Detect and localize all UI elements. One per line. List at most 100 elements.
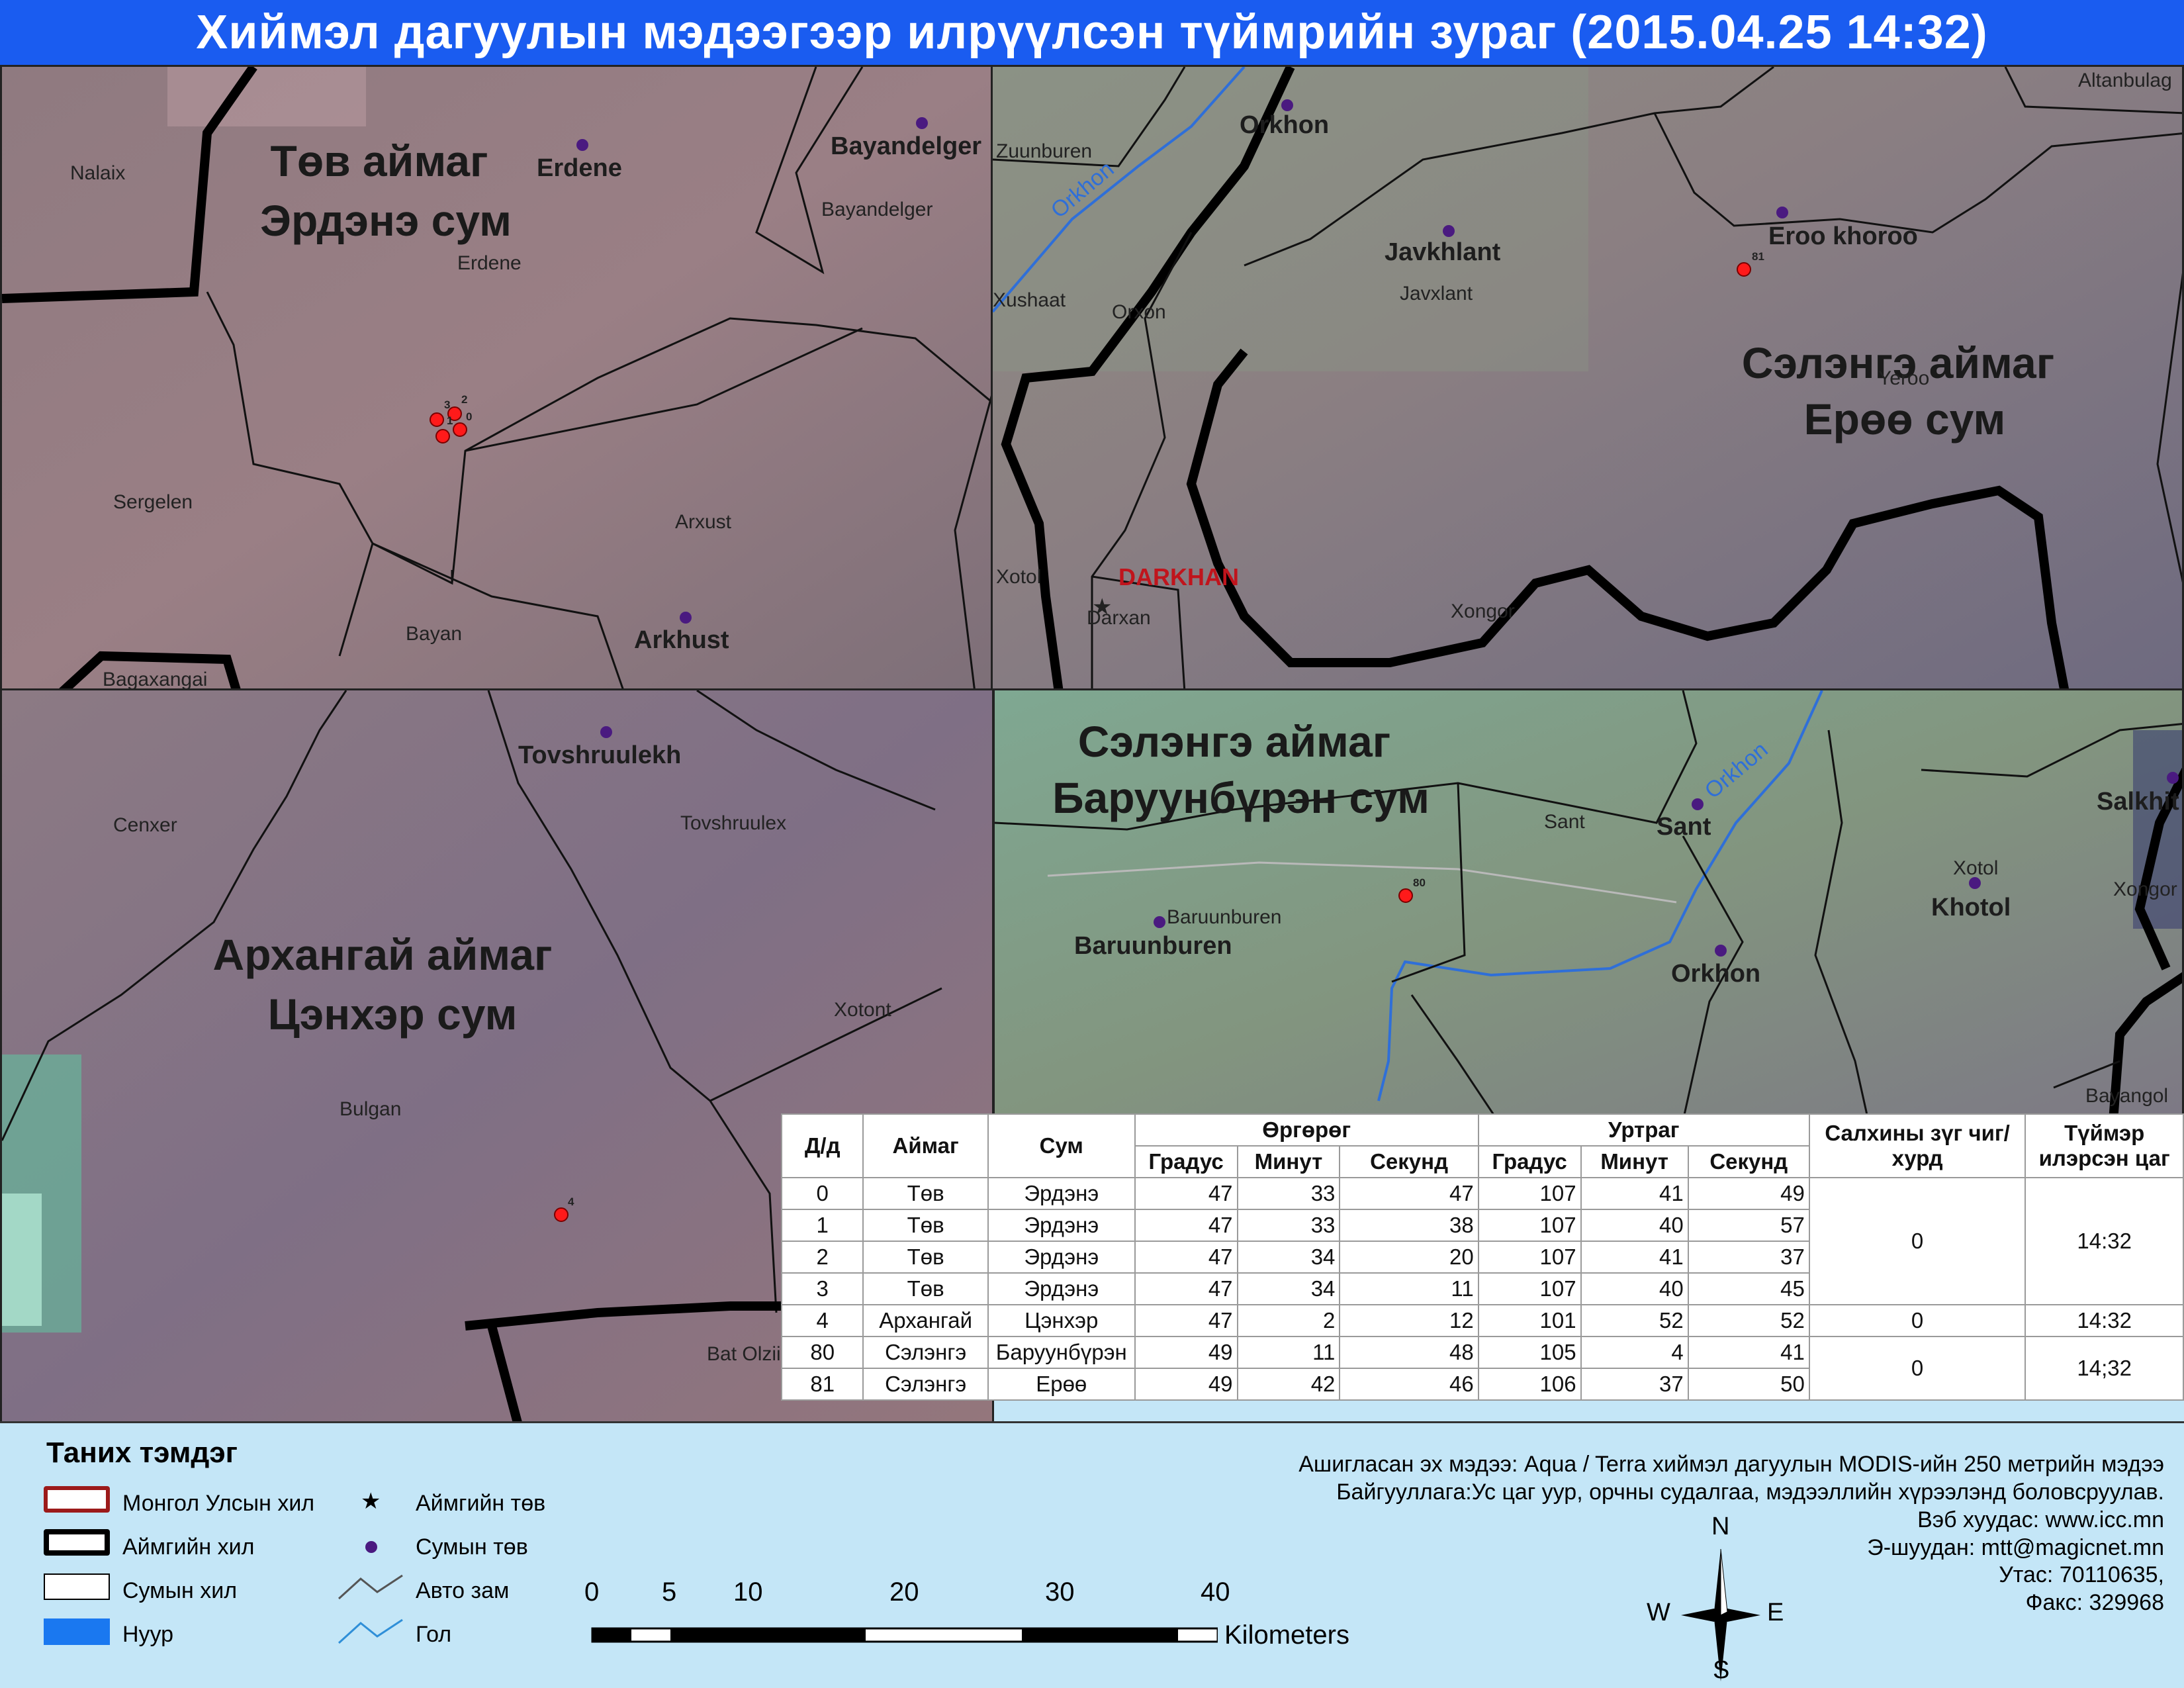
compass-s: S <box>1713 1656 1730 1684</box>
cell-lat-deg: 49 <box>1134 1368 1238 1401</box>
cell-id: 4 <box>780 1304 864 1337</box>
cell-lon-sec: 50 <box>1687 1368 1810 1401</box>
cell-lon-deg: 107 <box>1477 1177 1582 1210</box>
table-header-row: Д/д Аймаг Сум Өргөрөг Уртраг Салхины зүг… <box>780 1113 2184 1178</box>
cell-time: 14:32 <box>2025 1177 2184 1305</box>
scale-tick: 40 <box>1201 1577 1230 1607</box>
fire-table: Д/д Аймаг Сум Өргөрөг Уртраг Салхины зүг… <box>780 1113 2184 1401</box>
sum-heading: Баруунбүрэн сум <box>1052 773 1430 822</box>
cell-lon-min: 40 <box>1580 1272 1689 1305</box>
map-selenge-baruunburen: 80 Сэлэнгэ аймаг Баруунбүрэн сум Orkhon … <box>995 690 2182 1117</box>
cell-lat-deg: 47 <box>1134 1209 1238 1242</box>
fire-id-label: 2 <box>461 393 467 406</box>
scale-tick: 20 <box>889 1577 919 1607</box>
cell-wind: 0 <box>1808 1336 2026 1401</box>
cell-sum: Ерөө <box>987 1368 1136 1401</box>
fire-point[interactable] <box>1737 262 1751 277</box>
compass-w: W <box>1647 1599 1670 1626</box>
legend-aimag-center: Аймгийн төв <box>416 1491 546 1516</box>
fire-point[interactable] <box>453 422 467 437</box>
sum-center-dot <box>2167 772 2179 784</box>
fire-point[interactable] <box>430 412 444 427</box>
cell-sum: Эрдэнэ <box>987 1272 1136 1305</box>
cell-lon-sec: 49 <box>1687 1177 1810 1210</box>
col-header-id: Д/д <box>780 1113 864 1178</box>
cell-lat-deg: 47 <box>1134 1241 1238 1274</box>
fire-id-label: 4 <box>568 1196 574 1208</box>
map-selenge-eroo: ★ 81 Сэлэнгэ аймаг Ерөө сум Zuunburen Or… <box>993 67 2182 688</box>
town-label: Erdene <box>537 154 622 182</box>
fire-point[interactable] <box>435 429 450 444</box>
cell-id: 3 <box>780 1272 864 1305</box>
fire-id-label: 80 <box>1413 876 1426 889</box>
legend-road: Авто зам <box>416 1578 510 1603</box>
info-source: Ашигласан эх мэдээ: Aqua / Terra хиймэл … <box>1298 1452 2164 1477</box>
cell-lon-min: 4 <box>1580 1336 1689 1369</box>
col-header-lat-min: Минут <box>1236 1145 1341 1178</box>
cell-id: 80 <box>780 1336 864 1369</box>
place-label: Xushaat <box>993 289 1066 311</box>
info-fax: Факс: 329968 <box>2025 1590 2164 1615</box>
cell-lat-deg: 47 <box>1134 1177 1238 1210</box>
cell-lon-sec: 57 <box>1687 1209 1810 1242</box>
place-label: Zuunburen <box>996 140 1092 162</box>
col-header-lon-min: Минут <box>1580 1145 1689 1178</box>
sum-heading: Ерөө сум <box>1804 395 2006 444</box>
cell-sum: Цэнхэр <box>987 1304 1136 1337</box>
place-label: Bayangol <box>2085 1085 2168 1107</box>
cell-lon-sec: 45 <box>1687 1272 1810 1305</box>
place-label: Cenxer <box>113 814 177 836</box>
place-label: Sant <box>1544 811 1585 833</box>
cell-sum: Баруунбүрэн <box>987 1336 1136 1369</box>
place-label: Baruunburen <box>1167 906 1281 928</box>
town-label: Sant <box>1657 813 1711 841</box>
cell-time: 14;32 <box>2025 1336 2184 1401</box>
cell-lat-min: 42 <box>1236 1368 1341 1401</box>
info-phone: Утас: 70110635, <box>1999 1562 2164 1587</box>
cell-lat-deg: 49 <box>1134 1336 1238 1369</box>
cell-aimag: Сэлэнгэ <box>862 1336 989 1369</box>
map-panel-tov-erdene[interactable]: 3 2 0 1 Төв аймаг Эрдэнэ сум Nalaix Erde… <box>0 65 993 690</box>
fire-point[interactable] <box>1398 888 1413 903</box>
place-label: Xongor <box>2113 878 2177 900</box>
cell-aimag: Төв <box>862 1209 989 1242</box>
cell-lat-sec: 46 <box>1339 1368 1479 1401</box>
cell-aimag: Төв <box>862 1177 989 1210</box>
fire-id-label: 0 <box>466 410 472 423</box>
cell-lon-min: 41 <box>1580 1177 1689 1210</box>
place-label: Bayandelger <box>821 199 933 220</box>
cell-sum: Эрдэнэ <box>987 1241 1136 1274</box>
place-label: Bulgan <box>340 1098 401 1120</box>
cell-lat-sec: 12 <box>1339 1304 1479 1337</box>
col-header-wind: Салхины зүг чиг/хурд <box>1808 1113 2026 1178</box>
place-label: Xotol <box>1953 857 1998 879</box>
lake-swatch <box>44 1618 110 1645</box>
sum-center-dot <box>600 726 612 738</box>
cell-lat-min: 34 <box>1236 1241 1341 1274</box>
town-label: Baruunburen <box>1074 932 1232 960</box>
info-email: Э-шуудан: mtt@magicnet.mn <box>1867 1535 2164 1560</box>
legend-aimag-border: Аймгийн хил <box>122 1534 255 1560</box>
sum-center-dot <box>1443 225 1455 237</box>
map-panel-selenge-baruunburen[interactable]: 80 Сэлэнгэ аймаг Баруунбүрэн сум Orkhon … <box>993 688 2184 1119</box>
fire-point[interactable] <box>554 1207 569 1222</box>
cell-aimag: Төв <box>862 1241 989 1274</box>
place-label: Darxan <box>1087 607 1151 629</box>
town-label: Orkhon <box>1671 960 1760 988</box>
map-title: Хиймэл дагуулын мэдээгээр илрүүлсэн түйм… <box>0 0 2184 65</box>
sum-center-dot <box>1692 798 1704 810</box>
fire-id-label: 3 <box>444 399 450 411</box>
cell-id: 1 <box>780 1209 864 1242</box>
town-label: Salkhit <box>2097 788 2179 816</box>
map-tov-erdene: 3 2 0 1 Төв аймаг Эрдэнэ сум Nalaix Erde… <box>2 67 991 688</box>
map-panel-selenge-eroo[interactable]: ★ 81 Сэлэнгэ аймаг Ерөө сум Zuunburen Or… <box>991 65 2184 690</box>
cell-sum: Эрдэнэ <box>987 1177 1136 1210</box>
cell-lat-min: 33 <box>1236 1209 1341 1242</box>
aimag-center-icon: ★ <box>361 1489 381 1514</box>
river-icon <box>338 1618 403 1644</box>
cell-lat-deg: 47 <box>1134 1304 1238 1337</box>
table-row: 4 Архангай Цэнхэр 47 2 12 101 52 52 0 14… <box>780 1304 2184 1337</box>
place-label: Nalaix <box>70 162 125 184</box>
cell-lon-deg: 107 <box>1477 1209 1582 1242</box>
info-organization: Байгууллага:Ус цаг уур, орчны судалгаа, … <box>1336 1479 2164 1505</box>
